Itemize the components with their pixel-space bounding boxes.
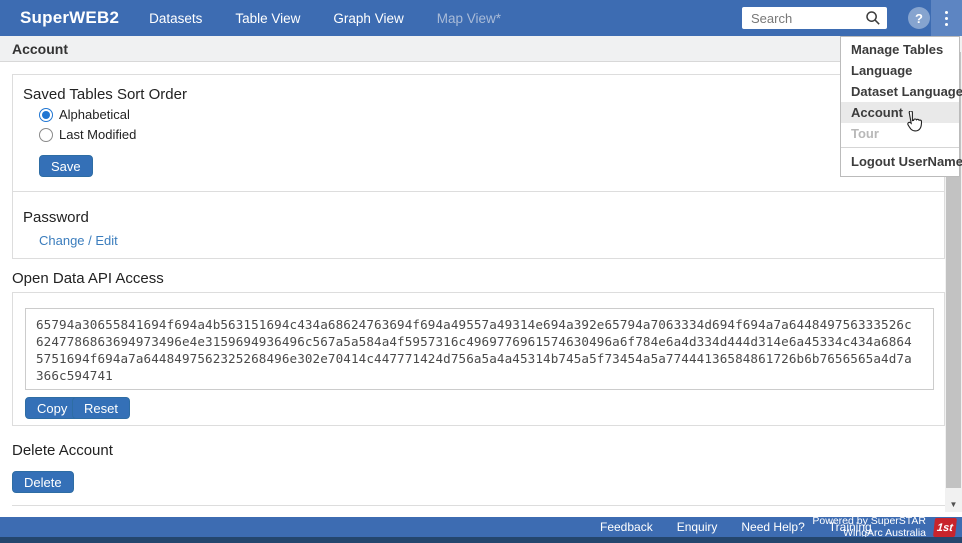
nav-item-graph-view[interactable]: Graph View	[333, 11, 403, 26]
scroll-down-icon[interactable]: ▼	[945, 496, 962, 512]
overflow-menu-icon[interactable]	[931, 0, 962, 36]
menu-item-logout[interactable]: Logout UserName	[841, 151, 959, 172]
help-icon[interactable]: ?	[908, 7, 930, 29]
api-key-value[interactable]: 65794a30655841694f694a4b563151694c434a68…	[25, 308, 934, 390]
footer-bar: Feedback Enquiry Need Help? Training Pow…	[0, 517, 962, 537]
powered-by-text: Powered by SuperSTAR WingArc Australia	[812, 515, 926, 539]
change-edit-link[interactable]: Change / Edit	[39, 233, 118, 248]
bottom-divider	[12, 505, 945, 506]
footer-bottom-strip	[0, 537, 962, 543]
main-nav: Datasets Table View Graph View Map View*	[149, 11, 501, 26]
search-icon[interactable]	[865, 10, 881, 26]
menu-item-tour: Tour	[841, 123, 959, 144]
menu-separator	[841, 147, 959, 148]
api-access-title: Open Data API Access	[12, 270, 164, 287]
sort-order-title: Saved Tables Sort Order	[23, 86, 187, 103]
reset-button[interactable]: Reset	[72, 397, 130, 419]
page-title: Account	[12, 41, 68, 57]
footer-link-feedback[interactable]: Feedback	[600, 520, 653, 534]
radio-alphabetical-control[interactable]	[39, 108, 53, 122]
api-access-section: 65794a30655841694f694a4b563151694c434a68…	[12, 292, 945, 426]
menu-item-language[interactable]: Language	[841, 60, 959, 81]
app-logo[interactable]: SuperWEB2	[20, 8, 119, 28]
footer-link-need-help[interactable]: Need Help?	[741, 520, 804, 534]
nav-item-map-view[interactable]: Map View*	[437, 11, 501, 26]
nav-item-table-view[interactable]: Table View	[235, 11, 300, 26]
api-key-line: 65794a30655841694f694a4b563151694c434a68…	[36, 316, 923, 333]
superstar-1st-logo-icon: 1st	[933, 518, 957, 537]
password-title: Password	[23, 209, 89, 226]
radio-alphabetical-label: Alphabetical	[59, 107, 130, 122]
menu-item-account[interactable]: Account	[841, 102, 959, 123]
api-key-line: 6247786863694973496e4e3159694936496c567a…	[36, 333, 923, 350]
overflow-dropdown-menu: Manage Tables Language Dataset Language …	[840, 36, 960, 177]
page-title-bar: Account	[0, 36, 962, 62]
delete-account-title: Delete Account	[12, 442, 113, 459]
top-navbar: SuperWEB2 Datasets Table View Graph View…	[0, 0, 962, 36]
radio-last-modified-control[interactable]	[39, 128, 53, 142]
nav-item-datasets[interactable]: Datasets	[149, 11, 202, 26]
api-key-line: 5751694f694a7a6448497562325268496e302e70…	[36, 350, 923, 367]
footer-link-enquiry[interactable]: Enquiry	[677, 520, 718, 534]
api-key-line: 366c594741	[36, 367, 923, 384]
radio-last-modified[interactable]: Last Modified	[39, 127, 136, 142]
delete-button[interactable]: Delete	[12, 471, 74, 493]
password-section: Password Change / Edit	[12, 192, 945, 259]
save-button[interactable]: Save	[39, 155, 93, 177]
radio-alphabetical[interactable]: Alphabetical	[39, 107, 130, 122]
radio-last-modified-label: Last Modified	[59, 127, 136, 142]
superweb2-account-page: SuperWEB2 Datasets Table View Graph View…	[0, 0, 962, 543]
menu-item-dataset-language[interactable]: Dataset Language	[841, 81, 959, 102]
search-box	[742, 7, 887, 29]
sort-order-section: Saved Tables Sort Order Alphabetical Las…	[12, 74, 945, 192]
menu-item-manage-tables[interactable]: Manage Tables	[841, 39, 959, 60]
